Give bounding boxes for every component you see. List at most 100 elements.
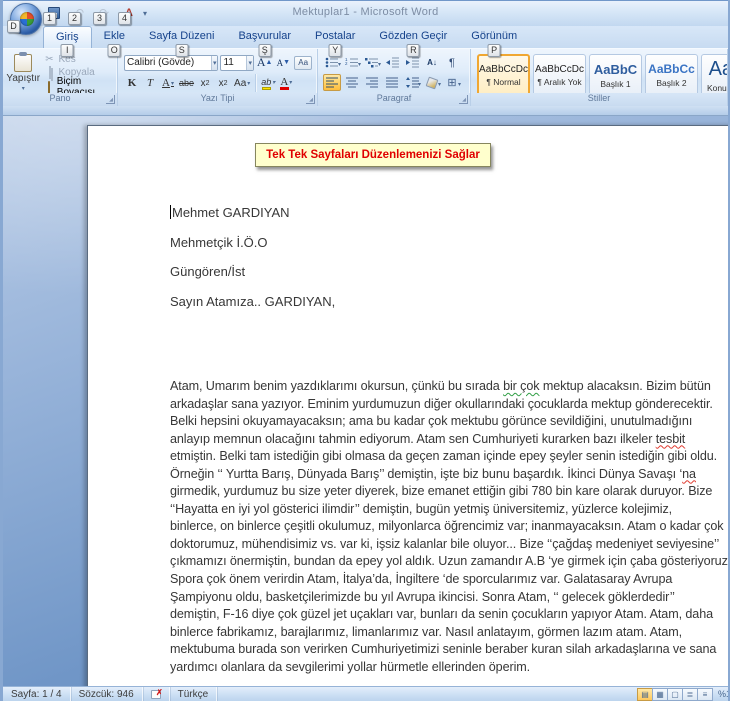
tab-görünüm[interactable]: GörünümP [459,26,529,48]
numbering-button[interactable]: 12 ▾ [343,54,361,71]
letter-body: Atam, Umarım benim yazdıklarımı okursun,… [170,378,728,676]
shrink-font-button[interactable]: A▼ [275,54,291,71]
view-full-screen-reading-button[interactable]: ▦ [652,688,668,701]
tab-keytip: Y [329,44,342,57]
qat-font-tool-button[interactable]: A4 [120,4,138,22]
font-size-dropdown-icon[interactable]: ▾ [246,56,253,70]
format-painter-icon [44,82,54,93]
italic-button[interactable]: T [142,75,158,92]
view-web-layout-button[interactable]: ▢ [667,688,683,701]
body-line: mektubuma burada son verirken Cumhuriyet… [170,641,728,659]
text-run: girmedik, yurdumuz bu size yeter diyerek… [170,484,712,498]
clipboard-group-label: Pano [3,93,117,106]
language-indicator[interactable]: Türkçe [170,687,218,701]
font-dialog-launcher[interactable] [306,95,315,104]
justify-button[interactable] [383,74,401,91]
align-left-button[interactable] [323,74,341,91]
body-line: Örneğin ‘‘ Yurtta Barış, Dünyada Barış’’… [170,466,728,484]
borders-icon: ⊞ [447,76,456,89]
page-number-indicator[interactable]: Sayfa: 1 / 4 [3,687,71,701]
view-draft-button[interactable]: ≡ [697,688,713,701]
tab-postalar[interactable]: PostalarY [303,26,367,48]
font-name-dropdown-icon[interactable]: ▾ [211,56,218,70]
header-line: Sayın Atamıza.. GARDIYAN, [170,293,728,311]
style-name: Konu Başl. [707,83,728,93]
body-line: Atam, Umarım benim yazdıklarımı okursun,… [170,378,728,396]
paragraph-dialog-launcher[interactable] [459,95,468,104]
tab-label: Başvurular [238,30,291,42]
clear-formatting-icon: Aa [294,56,312,70]
align-center-icon [346,77,358,88]
office-button-keytip: D [7,20,20,33]
superscript-button[interactable]: x2 [215,75,231,92]
style-konubaşl[interactable]: AaBKonu Başl. [701,54,728,96]
word-count-indicator[interactable]: Sözcük: 946 [71,687,143,701]
qat-customize-icon[interactable]: ▾ [143,9,147,18]
clipboard-small-buttons: ✂ Kes Kopyala Biçim Boyacısı [42,51,116,92]
strikethrough-button[interactable]: abe [178,75,195,92]
body-line: girmedik, yurdumuz bu size yeter diyerek… [170,483,728,501]
spellcheck-green-underline: bir çok [503,379,539,393]
bold-button[interactable]: K [124,75,140,92]
format-painter-button[interactable]: Biçim Boyacısı [42,80,116,94]
copy-icon [44,67,56,78]
style-aralıkyok[interactable]: AaBbCcDc¶ Aralık Yok [533,54,586,96]
show-paragraph-marks-button[interactable]: ¶ [443,54,461,71]
tab-keytip: S [175,44,188,57]
change-case-button[interactable]: Aa▾ [233,75,251,92]
style-başlık1[interactable]: AaBbCBaşlık 1 [589,54,642,96]
text-run: doktorumuz, mühendisimiz vs. var ki, işs… [170,537,719,551]
tab-keytip: P [488,44,501,57]
office-button[interactable]: D [10,3,42,35]
qat-keytip: 2 [68,12,81,25]
text-run: çıkmamızı önermiştin, bundan da epey yol… [170,554,728,568]
ribbon-tab-strip: GirişIEkleOSayfa DüzeniSBaşvurularŞPosta… [3,26,728,48]
multilevel-list-button[interactable]: ▾ [363,54,381,71]
underline-button[interactable]: A▾ [160,75,176,92]
style-başlık2[interactable]: AaBbCcBaşlık 2 [645,54,698,96]
align-left-icon [326,77,338,88]
text-run: Şampiyonu oldu, basketçilerimizde bu yıl… [170,590,675,604]
font-name-combo[interactable]: Calibri (Gövde) ▾ [124,55,218,71]
tab-ekle[interactable]: EkleO [92,26,137,48]
tab-gözden-geçir[interactable]: Gözden GeçirR [367,26,459,48]
borders-button[interactable]: ⊞▾ [443,74,461,91]
align-center-button[interactable] [343,74,361,91]
document-page[interactable]: Mehmet GARDIYANMehmetçik İ.Ö.OGüngören/İ… [87,125,728,686]
text-run: ‘‘Hayatta en iyi yol gösterici ilimdir’’… [170,502,672,516]
decrease-indent-button[interactable] [383,54,401,71]
line-spacing-button[interactable]: ▾ [403,74,421,91]
tab-başvurular[interactable]: BaşvurularŞ [226,26,303,48]
tab-sayfa-düzeni[interactable]: Sayfa DüzeniS [137,26,226,48]
underline-dropdown-icon[interactable]: ▾ [171,80,174,87]
text-run: Belki hepsini okuyamayacaksın; ama bu ka… [170,414,692,428]
paste-button[interactable]: Yapıştır ▾ [5,51,42,92]
text-highlight-button[interactable]: ab▾ [260,75,276,92]
proofing-status[interactable] [143,687,170,701]
paste-dropdown-icon[interactable]: ▾ [22,85,25,92]
qat-redo-button[interactable]: ↷3 [95,4,113,22]
subscript-button[interactable]: x2 [197,75,213,92]
shading-button[interactable]: ▾ [423,74,441,91]
view-print-layout-button[interactable]: ▤ [637,688,653,701]
clipboard-dialog-launcher[interactable] [106,95,115,104]
style-normal[interactable]: AaBbCcDc¶ Normal [477,54,530,96]
clear-formatting-button[interactable]: Aa [293,54,313,71]
sort-button[interactable]: A↓ [423,54,441,71]
view-outline-button[interactable]: ≣ [682,688,698,701]
align-right-button[interactable] [363,74,381,91]
decrease-indent-icon [386,57,399,68]
tab-giriş[interactable]: GirişI [43,26,92,48]
screentip-text: Tek Tek Sayfaları Düzenlemenizi Sağlar [266,149,480,161]
cut-button[interactable]: ✂ Kes [42,54,116,65]
text-run: demiştin, F-16 diye çok güzel jet uçakla… [170,607,713,621]
body-line: Şampiyonu oldu, basketçilerimizde bu yıl… [170,589,728,607]
qat-undo-button[interactable]: ↶2 [70,4,88,22]
font-size-combo[interactable]: 11 ▾ [220,55,254,71]
style-preview: AaBbC [594,62,637,77]
body-line: Spora çok önem verirdin Atam, İtalya’da,… [170,571,728,589]
qat-save-button[interactable]: 1 [45,4,63,22]
zoom-level[interactable]: %100 [718,689,728,699]
font-color-button[interactable]: A▾ [278,75,294,92]
paint-bucket-icon [426,76,439,89]
